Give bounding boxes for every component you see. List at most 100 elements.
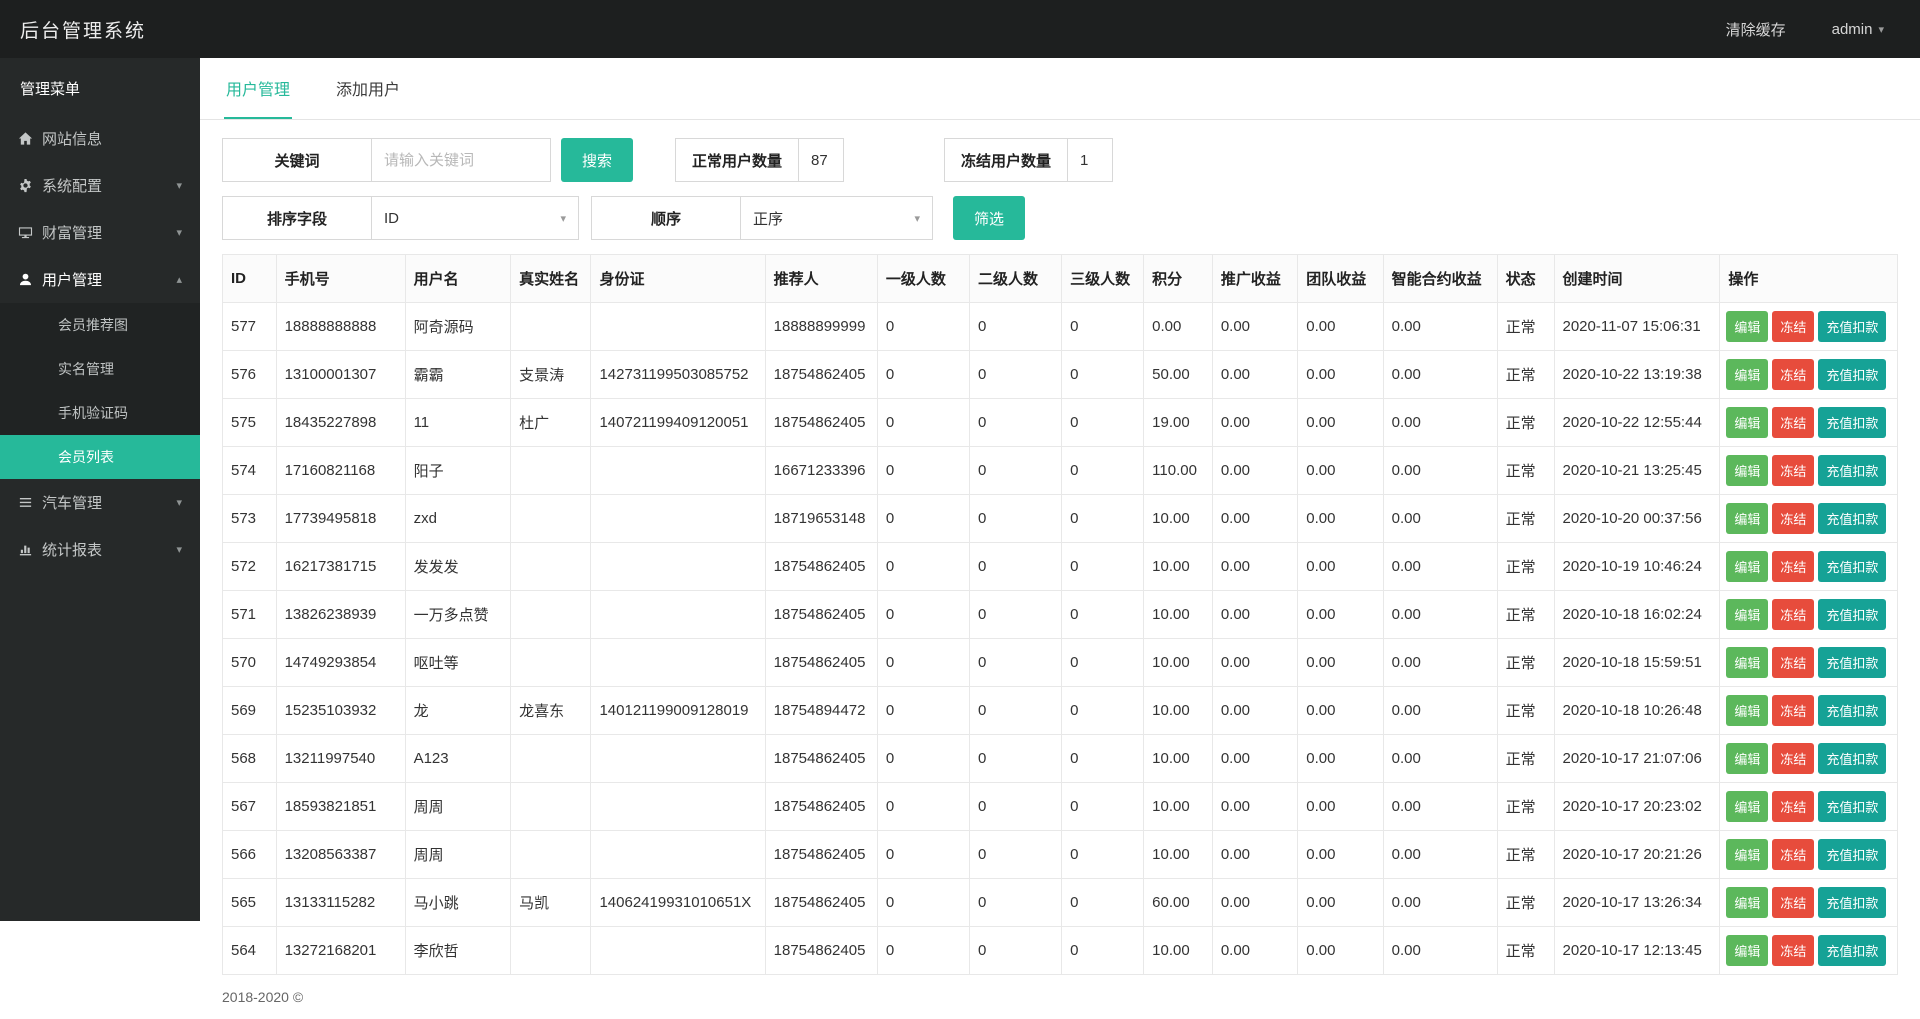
edit-button[interactable]: 编辑	[1726, 359, 1768, 390]
clear-cache-button[interactable]: 清除缓存	[1726, 19, 1786, 40]
freeze-button[interactable]: 冻结	[1772, 839, 1814, 870]
row-actions: 编辑冻结充值扣款	[1720, 303, 1898, 351]
freeze-button[interactable]: 冻结	[1772, 551, 1814, 582]
row-actions: 编辑冻结充值扣款	[1720, 687, 1898, 735]
recharge-button[interactable]: 充值扣款	[1818, 599, 1886, 630]
cell: 0	[1062, 447, 1144, 495]
recharge-button[interactable]: 充值扣款	[1818, 359, 1886, 390]
freeze-button[interactable]: 冻结	[1772, 503, 1814, 534]
sidebar-item-system-config[interactable]: 系统配置▾	[0, 162, 200, 209]
edit-button[interactable]: 编辑	[1726, 503, 1768, 534]
sidebar-subitem-realname-management[interactable]: 实名管理	[0, 347, 200, 391]
cell: 0.00	[1298, 399, 1383, 447]
cell: 18754862405	[765, 591, 877, 639]
sidebar-subitem-member-referral[interactable]: 会员推荐图	[0, 303, 200, 347]
cell: 17739495818	[276, 495, 405, 543]
sidebar-item-wealth-management[interactable]: 财富管理▾	[0, 209, 200, 256]
keyword-input[interactable]	[371, 138, 551, 182]
filter-button[interactable]: 筛选	[953, 196, 1025, 240]
edit-button[interactable]: 编辑	[1726, 455, 1768, 486]
cell: 0	[969, 783, 1061, 831]
cell: 571	[223, 591, 277, 639]
table-row: 56813211997540A1231875486240500010.000.0…	[223, 735, 1898, 783]
table-row: 56613208563387周周1875486240500010.000.000…	[223, 831, 1898, 879]
recharge-button[interactable]: 充值扣款	[1818, 407, 1886, 438]
sort-field-select[interactable]: ID ▾	[371, 196, 579, 240]
sidebar-subitem-member-list[interactable]: 会员列表	[0, 435, 200, 479]
cell: 0	[969, 543, 1061, 591]
recharge-button[interactable]: 充值扣款	[1818, 839, 1886, 870]
cell: 18888888888	[276, 303, 405, 351]
cell: 13826238939	[276, 591, 405, 639]
recharge-button[interactable]: 充值扣款	[1818, 503, 1886, 534]
tab-user-management[interactable]: 用户管理	[224, 58, 292, 119]
freeze-button[interactable]: 冻结	[1772, 743, 1814, 774]
freeze-button[interactable]: 冻结	[1772, 695, 1814, 726]
cell: 正常	[1497, 879, 1554, 927]
cell: 0.00	[1212, 927, 1297, 975]
edit-button[interactable]: 编辑	[1726, 791, 1768, 822]
edit-button[interactable]: 编辑	[1726, 407, 1768, 438]
user-menu[interactable]: admin ▾	[1832, 21, 1884, 38]
filter-row-2: 排序字段 ID ▾ 顺序 正序 ▾ 筛选	[222, 196, 1898, 240]
recharge-button[interactable]: 充值扣款	[1818, 551, 1886, 582]
chevron-down-icon: ▾	[1878, 23, 1884, 36]
cell: 霸霸	[405, 351, 511, 399]
edit-button[interactable]: 编辑	[1726, 887, 1768, 918]
topbar: 后台管理系统 清除缓存 admin ▾	[0, 0, 1920, 58]
freeze-button[interactable]: 冻结	[1772, 791, 1814, 822]
freeze-button[interactable]: 冻结	[1772, 647, 1814, 678]
freeze-button[interactable]: 冻结	[1772, 887, 1814, 918]
user-table: ID手机号用户名真实姓名身份证推荐人一级人数二级人数三级人数积分推广收益团队收益…	[222, 254, 1898, 975]
order-label: 顺序	[591, 196, 741, 240]
recharge-button[interactable]: 充值扣款	[1818, 935, 1886, 966]
cell: 正常	[1497, 639, 1554, 687]
edit-button[interactable]: 编辑	[1726, 695, 1768, 726]
order-select[interactable]: 正序 ▾	[740, 196, 933, 240]
frozen-users-stat: 冻结用户数量 1	[944, 138, 1113, 182]
recharge-button[interactable]: 充值扣款	[1818, 887, 1886, 918]
recharge-button[interactable]: 充值扣款	[1818, 311, 1886, 342]
cell: 10.00	[1144, 783, 1213, 831]
sidebar-item-car-management[interactable]: 汽车管理▾	[0, 479, 200, 526]
username: admin	[1832, 21, 1873, 38]
sidebar-subitem-phone-captcha[interactable]: 手机验证码	[0, 391, 200, 435]
row-actions: 编辑冻结充值扣款	[1720, 783, 1898, 831]
freeze-button[interactable]: 冻结	[1772, 455, 1814, 486]
sidebar-item-site-info[interactable]: 网站信息	[0, 115, 200, 162]
edit-button[interactable]: 编辑	[1726, 311, 1768, 342]
recharge-button[interactable]: 充值扣款	[1818, 455, 1886, 486]
freeze-button[interactable]: 冻结	[1772, 935, 1814, 966]
cell: 573	[223, 495, 277, 543]
row-actions: 编辑冻结充值扣款	[1720, 351, 1898, 399]
freeze-button[interactable]: 冻结	[1772, 311, 1814, 342]
sidebar-item-stats-report[interactable]: 统计报表▾	[0, 526, 200, 573]
recharge-button[interactable]: 充值扣款	[1818, 743, 1886, 774]
search-button[interactable]: 搜索	[561, 138, 633, 182]
tab-add-user[interactable]: 添加用户	[334, 58, 402, 119]
edit-button[interactable]: 编辑	[1726, 935, 1768, 966]
recharge-button[interactable]: 充值扣款	[1818, 695, 1886, 726]
row-actions: 编辑冻结充值扣款	[1720, 495, 1898, 543]
table-row: 57113826238939一万多点赞1875486240500010.000.…	[223, 591, 1898, 639]
edit-button[interactable]: 编辑	[1726, 839, 1768, 870]
freeze-button[interactable]: 冻结	[1772, 359, 1814, 390]
sidebar-item-user-management[interactable]: 用户管理▴	[0, 256, 200, 303]
freeze-button[interactable]: 冻结	[1772, 407, 1814, 438]
edit-button[interactable]: 编辑	[1726, 647, 1768, 678]
edit-button[interactable]: 编辑	[1726, 551, 1768, 582]
cell: 正常	[1497, 543, 1554, 591]
list-icon	[18, 495, 42, 510]
cell: 0	[969, 351, 1061, 399]
edit-button[interactable]: 编辑	[1726, 599, 1768, 630]
freeze-button[interactable]: 冻结	[1772, 599, 1814, 630]
cell: 575	[223, 399, 277, 447]
edit-button[interactable]: 编辑	[1726, 743, 1768, 774]
cell: 0.00	[1383, 303, 1497, 351]
recharge-button[interactable]: 充值扣款	[1818, 791, 1886, 822]
cell: 2020-10-17 20:23:02	[1554, 783, 1720, 831]
cell: 0	[877, 783, 969, 831]
column-header: 推广收益	[1212, 255, 1297, 303]
recharge-button[interactable]: 充值扣款	[1818, 647, 1886, 678]
cell: 18754862405	[765, 927, 877, 975]
